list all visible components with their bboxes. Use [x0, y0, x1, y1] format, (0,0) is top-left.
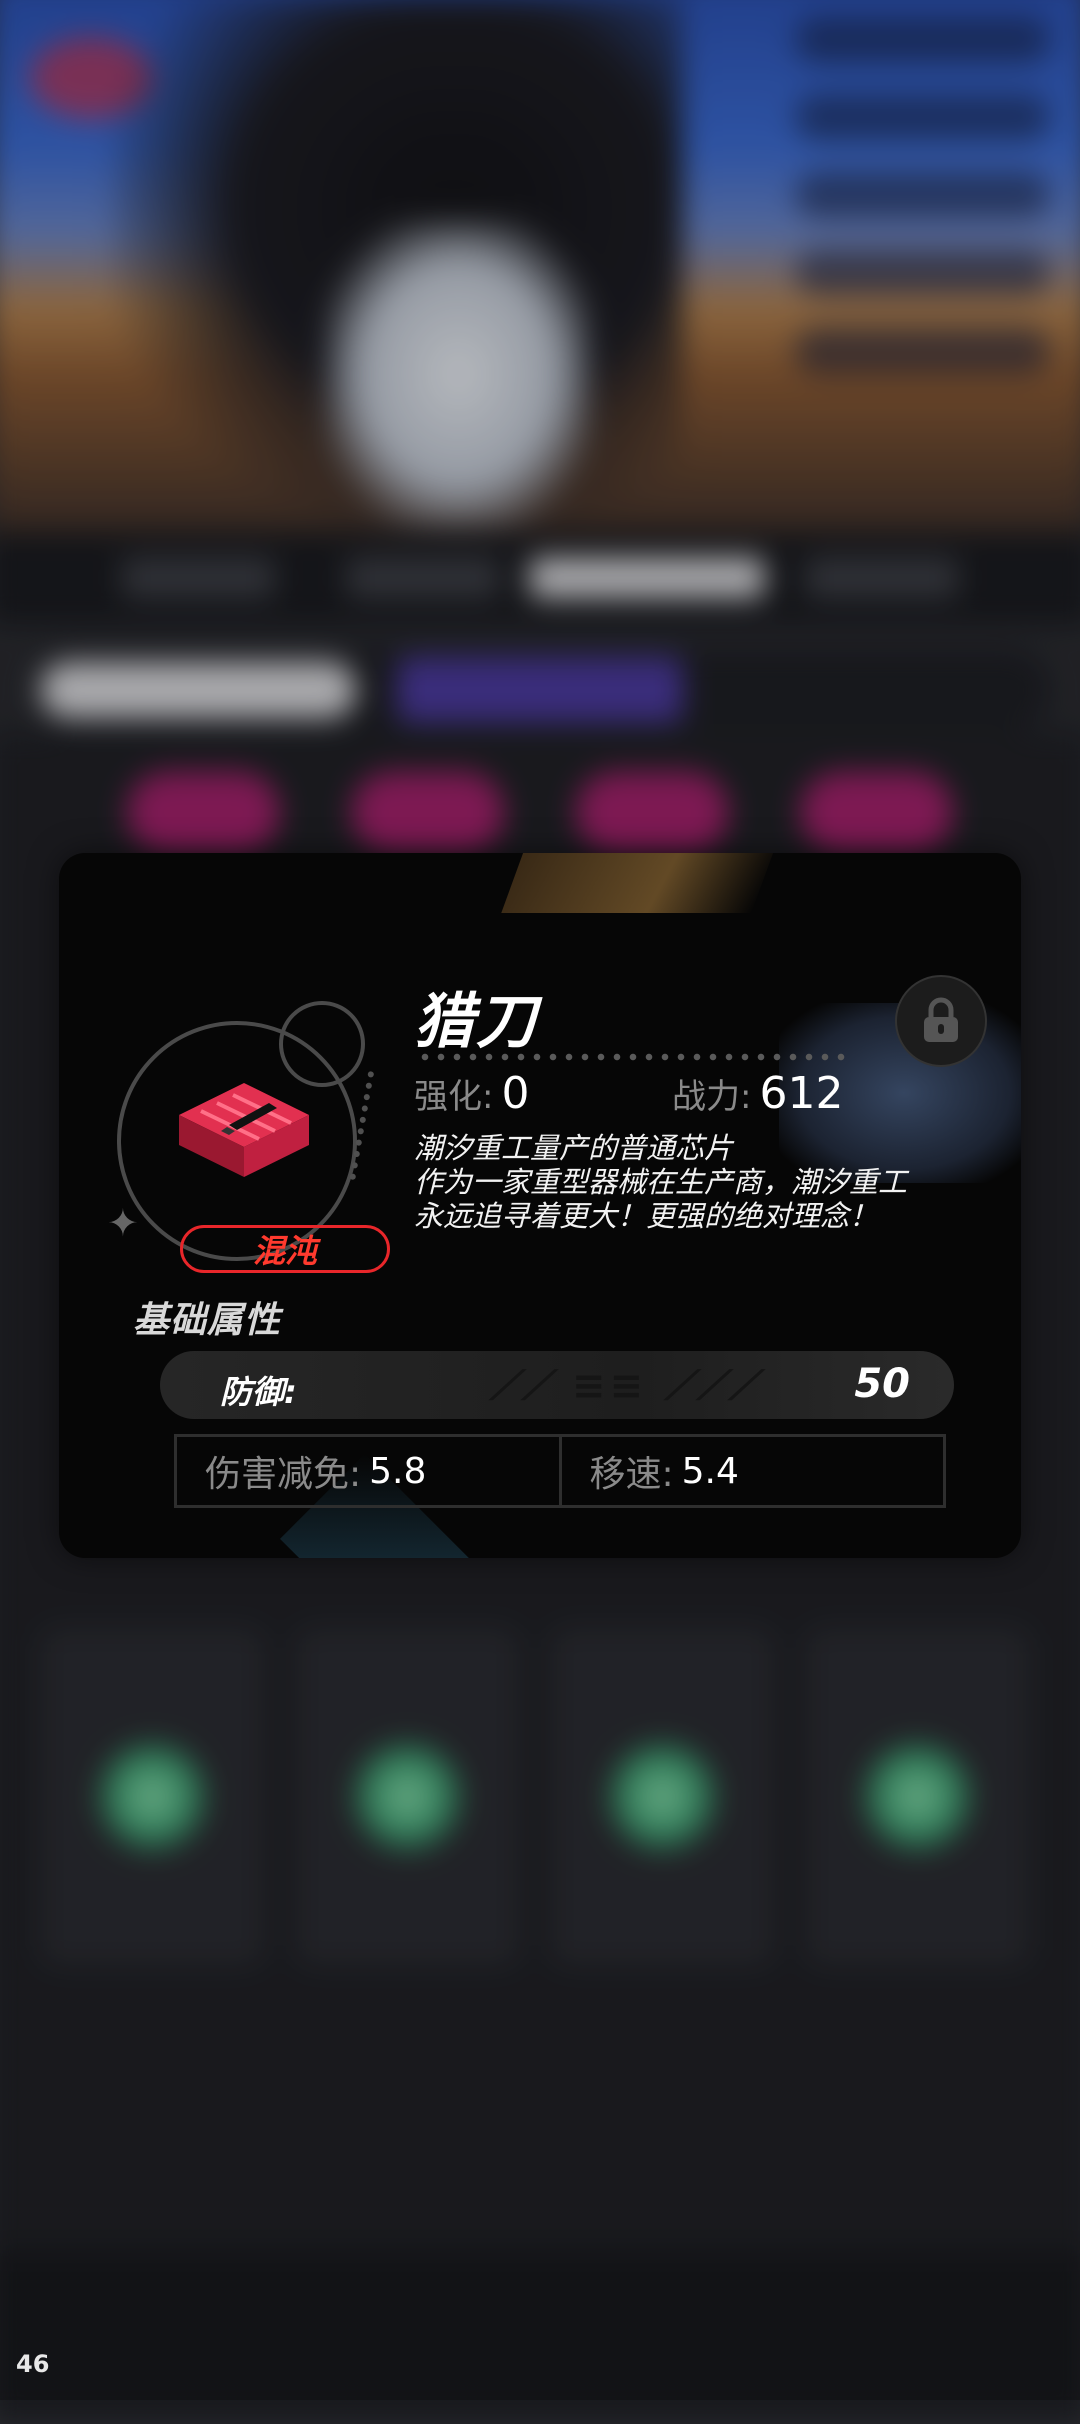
- sparkle-icon: ✦: [107, 1201, 139, 1245]
- enhance-label: 强化:: [414, 1077, 494, 1117]
- defense-label: 防御:: [220, 1373, 297, 1411]
- power-value: 612: [759, 1068, 844, 1119]
- move-speed-stat: 移速: 5.4: [558, 1437, 944, 1505]
- lock-button[interactable]: [895, 975, 987, 1067]
- description-line: 作为一家重型器械在生产商，潮汐重工: [414, 1165, 908, 1199]
- power-label: 战力:: [672, 1077, 752, 1117]
- damage-reduction-value: 5.8: [369, 1450, 427, 1492]
- move-speed-label: 移速:: [589, 1454, 674, 1495]
- power-stat: 战力: 612: [672, 1068, 843, 1119]
- chip-description: 潮汐重工量产的普通芯片 作为一家重型器械在生产商，潮汐重工 永远追寻着更大！更强…: [414, 1131, 974, 1233]
- enhance-value: 0: [501, 1068, 530, 1119]
- description-line: 潮汐重工量产的普通芯片: [414, 1131, 734, 1165]
- damage-reduction-stat: 伤害减免: 5.8: [177, 1437, 559, 1505]
- defense-stat-bar: ⟋⟋ ≡≡ ⟋⟋⟋ 防御: 50: [160, 1351, 954, 1419]
- base-attributes-title: 基础属性: [133, 1300, 282, 1341]
- damage-reduction-label: 伤害减免:: [205, 1454, 362, 1495]
- fps-counter: 46: [16, 2350, 50, 2378]
- red-chip-icon: [179, 1083, 309, 1177]
- dotted-divider: [417, 1053, 847, 1061]
- description-line: 永远追寻着更大！更强的绝对理念！: [414, 1199, 879, 1233]
- chip-name: 猎刀: [414, 987, 538, 1057]
- defense-value: 50: [854, 1361, 910, 1407]
- chip-detail-card: ✦ 混沌 猎刀 强化: 0 战力: 612 潮汐重工量产的普通芯片 作为一家重型器械…: [59, 853, 1021, 1558]
- enhance-stat: 强化: 0: [414, 1068, 529, 1119]
- lock-icon: [924, 997, 958, 1042]
- move-speed-value: 5.4: [681, 1450, 739, 1492]
- secondary-stats: 伤害减免: 5.8 移速: 5.4: [174, 1434, 946, 1508]
- rarity-badge: 混沌: [180, 1225, 390, 1273]
